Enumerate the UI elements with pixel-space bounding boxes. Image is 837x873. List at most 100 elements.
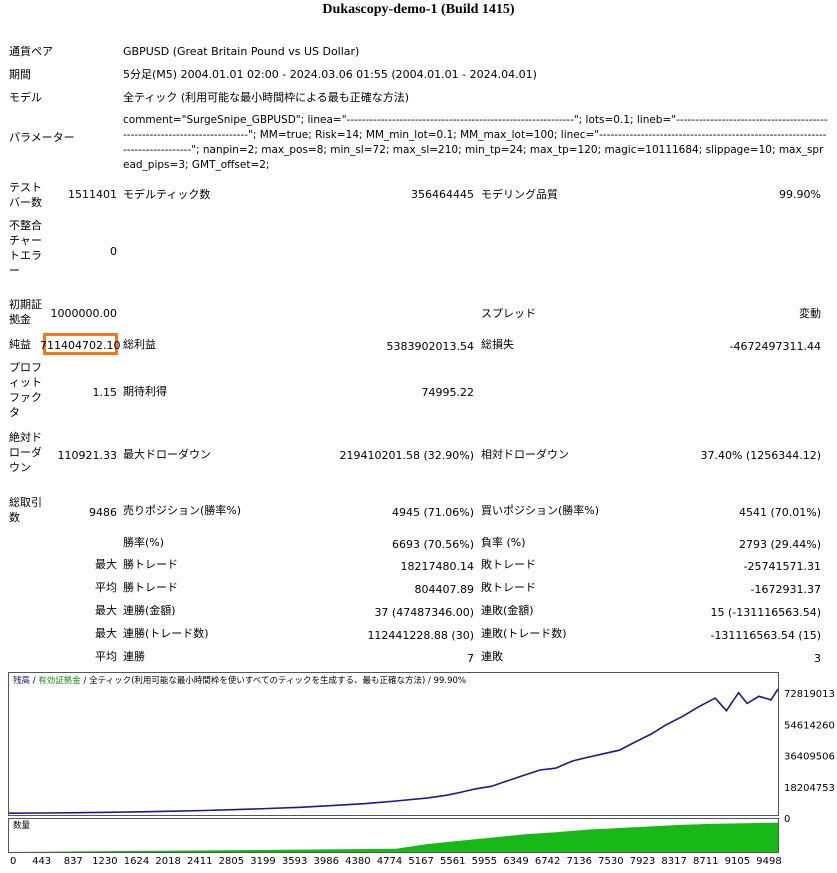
mismatch-value: 0 (110, 245, 117, 258)
avg-cons-wins-value: 7 (467, 652, 474, 665)
legend-sep-2: / (80, 676, 90, 686)
max-dd-label: 最大ドローダウン (123, 448, 211, 461)
period-value: 5分足(M5) 2004.01.01 02:00 - 2024.03.06 01… (123, 68, 537, 81)
avg-win-value: 804407.89 (414, 583, 475, 596)
avg-label-1: 平均 (95, 581, 117, 594)
relative-dd-label: 相対ドローダウン (481, 448, 569, 461)
largest-loss-value: -25741571.31 (743, 560, 821, 573)
x-tick-label: 837 (64, 856, 83, 867)
cons-wins-label: 連勝(金額) (123, 604, 176, 617)
report-title: Dukascopy-demo-1 (Build 1415) (322, 2, 515, 17)
chart-legend: 残高 / 有効証拠金 / 全ティック(利用可能な最小時間枠を使いすべてのティック… (13, 676, 466, 687)
x-tick-label: 2805 (219, 856, 244, 867)
expected-payoff-value: 74995.22 (421, 386, 475, 399)
x-tick-label: 1624 (124, 856, 149, 867)
avg-loss-value: -1672931.37 (750, 583, 821, 596)
x-tick-label: 8711 (693, 856, 718, 867)
symbol-value: GBPUSD (Great Britain Pound vs US Dollar… (123, 45, 360, 58)
x-tick-label: 6349 (503, 856, 528, 867)
relative-dd-value: 37.40% (1256344.12) (700, 449, 821, 462)
expected-payoff-label: 期待利得 (123, 385, 167, 398)
gross-loss-label: 総損失 (481, 338, 514, 351)
bars-value: 1511401 (68, 188, 117, 201)
volume-chart: 数量 (8, 818, 779, 853)
symbol-label: 通貨ペア (9, 45, 53, 58)
legend-balance: 残高 (13, 676, 31, 686)
params-label: パラメーター (9, 131, 75, 144)
x-tick-label: 7923 (630, 856, 655, 867)
y-tick-label: 72819013 (784, 689, 835, 700)
x-tick-label: 1230 (92, 856, 117, 867)
absolute-dd-value: 110921.33 (57, 449, 118, 462)
max-label-3: 最大 (95, 627, 117, 640)
legend-quality: / 99.90% (425, 676, 466, 686)
cons-loss-label: 連敗(トレード数) (481, 627, 567, 640)
cons-wins-value: 37 (47487346.00) (374, 606, 474, 619)
largest-win-label: 勝トレード (123, 558, 178, 571)
short-positions-value: 4945 (71.06%) (391, 506, 474, 519)
period-label: 期間 (9, 68, 31, 81)
spread-value: 変動 (799, 307, 821, 320)
x-tick-label: 9105 (725, 856, 750, 867)
x-tick-label: 6742 (535, 856, 560, 867)
ticks-value: 356464445 (411, 188, 474, 201)
x-tick-label: 4774 (377, 856, 402, 867)
win-rate-value: 6693 (70.56%) (391, 538, 474, 551)
largest-loss-label: 敗トレード (481, 558, 536, 571)
cons-losses-label: 連敗(金額) (481, 604, 534, 617)
y-tick-label: 18204753 (784, 783, 835, 794)
x-tick-label: 0 (10, 856, 16, 867)
legend-equity: 有効証拠金 (38, 676, 81, 686)
avg-win-label: 勝トレード (123, 581, 178, 594)
quality-label: モデリング品質 (481, 188, 558, 201)
cons-profit-label: 連勝(トレード数) (123, 627, 209, 640)
x-tick-label: 8317 (661, 856, 686, 867)
avg-cons-wins-label: 連勝 (123, 650, 145, 663)
x-tick-label: 9498 (756, 856, 781, 867)
gross-loss-value: -4672497311.44 (729, 340, 821, 353)
deposit-value: 1000000.00 (50, 307, 117, 320)
total-trades-value: 9486 (89, 506, 117, 519)
x-tick-label: 3199 (250, 856, 275, 867)
short-positions-label: 売りポジション(勝率%) (123, 504, 242, 517)
max-dd-value: 219410201.58 (32.90%) (339, 449, 474, 462)
y-tick-label: 36409506 (784, 752, 835, 763)
long-positions-value: 4541 (70.01%) (738, 506, 821, 519)
loss-rate-label: 負率 (%) (481, 536, 526, 549)
x-tick-label: 7530 (598, 856, 623, 867)
y-tick-label: 0 (784, 814, 790, 825)
x-tick-label: 3986 (314, 856, 339, 867)
x-tick-label: 4380 (345, 856, 370, 867)
x-tick-label: 5955 (472, 856, 497, 867)
max-label-2: 最大 (95, 604, 117, 617)
net-profit-label: 純益 (9, 338, 31, 351)
ticks-label: モデルティック数 (123, 188, 211, 201)
params-value: comment="SurgeSnipe_GBPUSD"; linea="----… (123, 114, 828, 171)
quality-value: 99.90% (779, 188, 821, 201)
cons-losses-value: 15 (-131116563.54) (710, 606, 821, 619)
gross-profit-value: 5383902013.54 (386, 340, 474, 353)
net-profit-value: 711404702.10 (40, 339, 121, 352)
x-tick-label: 443 (32, 856, 51, 867)
largest-win-value: 18217480.14 (400, 560, 474, 573)
avg-loss-label: 敗トレード (481, 581, 536, 594)
cons-profit-value: 112441228.88 (30) (367, 629, 474, 642)
loss-rate-value: 2793 (29.44%) (738, 538, 821, 551)
model-label: モデル (9, 91, 42, 104)
x-tick-label: 2018 (155, 856, 180, 867)
y-tick-label: 54614260 (784, 720, 835, 731)
x-tick-label: 5561 (440, 856, 465, 867)
x-tick-label: 7136 (567, 856, 592, 867)
profit-factor-value: 1.15 (92, 386, 118, 399)
avg-cons-losses-value: 3 (814, 652, 821, 665)
x-tick-label: 3593 (282, 856, 307, 867)
long-positions-label: 買いポジション(勝率%) (481, 504, 600, 517)
avg-cons-losses-label: 連敗 (481, 650, 503, 663)
volume-label: 数量 (13, 821, 31, 831)
x-tick-label: 2411 (187, 856, 212, 867)
gross-profit-label: 総利益 (123, 338, 156, 351)
model-value: 全ティック (利用可能な最小時間枠による最も正確な方法) (123, 91, 410, 104)
balance-chart: 残高 / 有効証拠金 / 全ティック(利用可能な最小時間枠を使いすべてのティック… (8, 672, 779, 816)
legend-model: 全ティック(利用可能な最小時間枠を使いすべてのティックを生成する、最も正確な方法… (89, 676, 426, 686)
spread-label: スプレッド (481, 307, 536, 320)
